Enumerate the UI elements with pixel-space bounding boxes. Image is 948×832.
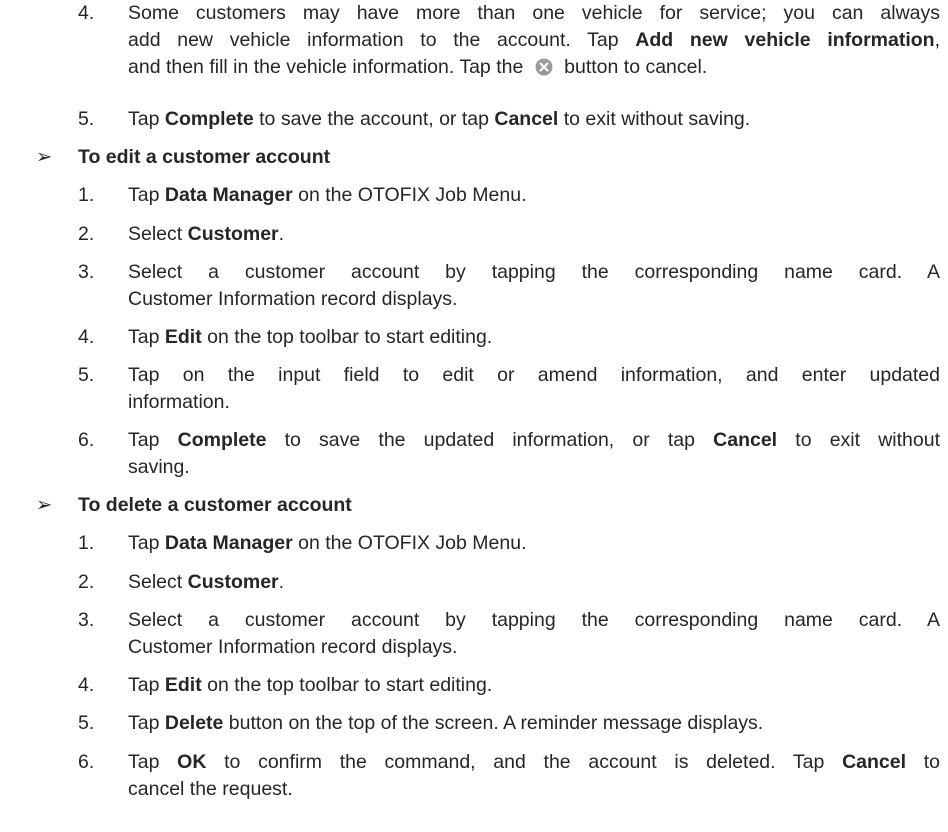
step-text: Delete — [164, 712, 224, 734]
delete-step-3: 3. Select a customer account by tapping … — [78, 607, 940, 661]
step-text: to save the account, or tap — [253, 108, 495, 130]
step-text: cancel the request. — [128, 778, 293, 800]
step-text: OK — [177, 751, 207, 773]
delete-step-5: 5. Tap Delete button on the top of the s… — [78, 710, 940, 737]
step-text: Complete — [177, 429, 267, 451]
step-text: Tap — [128, 532, 165, 554]
step-text: Select — [128, 571, 188, 593]
arrow-bullet-icon: ➢ — [36, 146, 53, 168]
step-text: 5. — [78, 364, 95, 386]
step-text: Tap — [128, 674, 165, 696]
step-text: information. — [128, 391, 230, 413]
step-text: Tap — [128, 108, 165, 130]
step-text: 5. — [78, 712, 95, 734]
step-text: to save the updated information, or tap — [266, 429, 714, 451]
step-text: Customer Information record displays. — [128, 288, 458, 310]
step-text: 5. — [78, 108, 95, 130]
step-text: 4. — [78, 674, 95, 696]
close-circle-icon — [535, 57, 553, 84]
step-text: 4. — [78, 326, 95, 348]
step-text: , — [934, 29, 941, 51]
step-text: To edit a customer account — [78, 146, 331, 168]
delete-step-2: 2. Select Customer. — [78, 569, 940, 596]
step-text: Edit — [164, 326, 202, 348]
edit-step-5: 5. Tap on the input field to edit or ame… — [78, 362, 940, 416]
step-text: Customer — [187, 223, 279, 245]
step-text: on the top toolbar to start editing. — [201, 674, 493, 696]
step-text: 4. — [78, 2, 95, 24]
step-text: Cancel — [713, 429, 778, 451]
step-text: Data Manager — [164, 184, 293, 206]
step-text: . — [278, 571, 285, 593]
step-text: on the OTOFIX Job Menu. — [292, 532, 527, 554]
step-text: Select a customer account by tapping the… — [128, 261, 940, 283]
step-text: . — [278, 223, 285, 245]
step-text: Some customers may have more than one ve… — [128, 2, 940, 24]
step-text: 3. — [78, 261, 95, 283]
step-text: button to cancel. — [558, 56, 708, 78]
step-text: to — [906, 751, 940, 773]
step-text: on the OTOFIX Job Menu. — [292, 184, 527, 206]
step-text: Tap — [128, 326, 165, 348]
step-text: To delete a customer account — [78, 494, 352, 516]
step-4-add-vehicle: 4. Some customers may have more than one… — [78, 0, 940, 84]
delete-step-6: 6. Tap OK to confirm the command, and th… — [78, 749, 940, 803]
step-text: Cancel — [494, 108, 559, 130]
step-text: Complete — [164, 108, 254, 130]
edit-step-4: 4. Tap Edit on the top toolbar to start … — [78, 324, 940, 351]
step-text: Tap — [128, 184, 165, 206]
edit-step-3: 3. Select a customer account by tapping … — [78, 259, 940, 313]
edit-section-heading: ➢ To edit a customer account — [0, 144, 330, 171]
step-text: Tap — [128, 429, 178, 451]
edit-step-2: 2. Select Customer. — [78, 221, 940, 248]
delete-step-1: 1. Tap Data Manager on the OTOFIX Job Me… — [78, 530, 940, 557]
delete-step-4: 4. Tap Edit on the top toolbar to start … — [78, 672, 940, 699]
step-text: Select a customer account by tapping the… — [128, 609, 940, 631]
step-text: Customer Information record displays. — [128, 636, 458, 658]
step-text: Tap — [128, 712, 165, 734]
edit-step-1: 1. Tap Data Manager on the OTOFIX Job Me… — [78, 182, 940, 209]
step-text: 6. — [78, 429, 95, 451]
step-text: and then fill in the vehicle information… — [128, 56, 529, 78]
step-text: Edit — [164, 674, 202, 696]
step-text: to confirm the command, and the account … — [206, 751, 843, 773]
step-text: 1. — [78, 184, 95, 206]
step-5-complete: 5. Tap Complete to save the account, or … — [78, 106, 940, 133]
step-text: Add new vehicle information — [635, 29, 935, 51]
step-text: on the top toolbar to start editing. — [201, 326, 493, 348]
step-text: 2. — [78, 223, 95, 245]
step-text: Tap on the input field to edit or amend … — [128, 364, 940, 386]
delete-section-heading: ➢ To delete a customer account — [0, 492, 352, 519]
edit-step-6: 6. Tap Complete to save the updated info… — [78, 427, 940, 481]
step-text: add new vehicle information to the accou… — [128, 29, 636, 51]
step-text: to exit without — [777, 429, 940, 451]
step-text: button on the top of the screen. A remin… — [223, 712, 764, 734]
step-text: saving. — [128, 456, 190, 478]
step-text: Cancel — [842, 751, 907, 773]
step-text: to exit without saving. — [558, 108, 751, 130]
step-text: Select — [128, 223, 188, 245]
step-text: Customer — [187, 571, 279, 593]
step-text: 2. — [78, 571, 95, 593]
step-text: 3. — [78, 609, 95, 631]
step-text: 1. — [78, 532, 95, 554]
step-text: Tap — [128, 751, 178, 773]
arrow-bullet-icon: ➢ — [36, 494, 53, 516]
step-text: 6. — [78, 751, 95, 773]
step-text: Data Manager — [164, 532, 293, 554]
